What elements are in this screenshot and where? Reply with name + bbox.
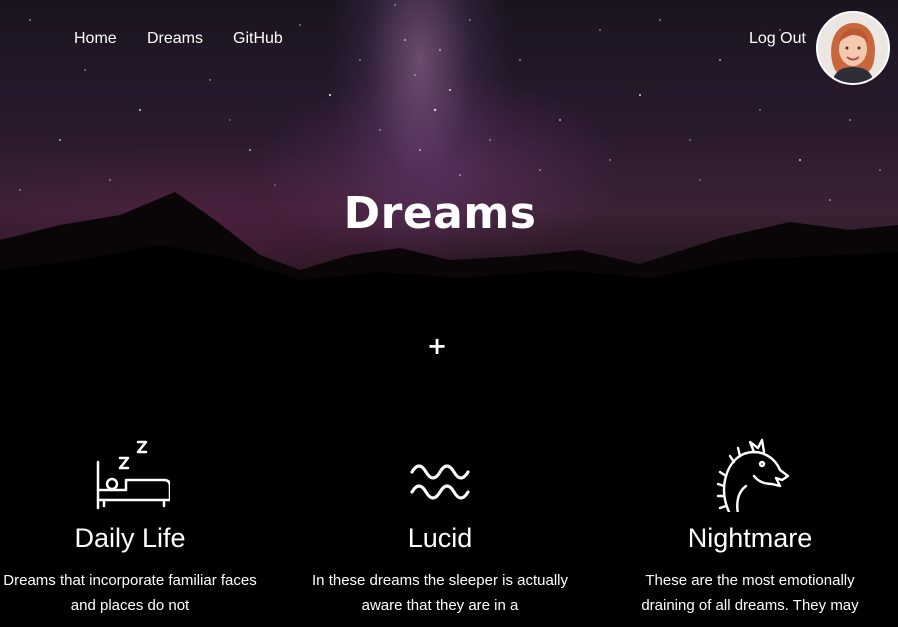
waves-icon <box>410 464 470 500</box>
category-title: Daily Life <box>74 523 186 553</box>
sleeping-bed-icon <box>96 440 170 510</box>
logout-link[interactable]: Log Out <box>749 30 806 48</box>
category-title: Lucid <box>407 523 473 553</box>
user-avatar[interactable] <box>816 11 890 85</box>
category-description: In these dreams the sleeper is actually … <box>312 572 568 614</box>
top-navigation: Home Dreams GitHub Log Out <box>0 30 898 50</box>
add-dream-button[interactable]: + <box>425 332 449 360</box>
category-card-lucid[interactable]: Lucid In these dreams the sleeper is act… <box>310 432 570 618</box>
nav-item-github[interactable]: GitHub <box>233 30 283 48</box>
category-title: Nightmare <box>687 523 813 553</box>
category-card-daily-life[interactable]: Daily Life Dreams that incorporate famil… <box>0 432 260 618</box>
category-description: These are the most emotionally draining … <box>641 572 859 614</box>
category-description: Dreams that incorporate familiar faces a… <box>3 572 257 614</box>
nav-item-home[interactable]: Home <box>74 30 117 48</box>
page-title: Dreams <box>343 188 537 239</box>
nav-item-dreams[interactable]: Dreams <box>147 30 203 48</box>
user-avatar-image <box>818 13 888 83</box>
dragon-icon <box>716 438 790 512</box>
category-card-nightmare[interactable]: Nightmare These are the most emotionally… <box>620 432 880 618</box>
